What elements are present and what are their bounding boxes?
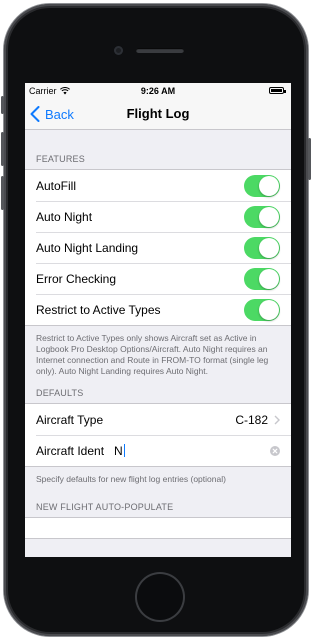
defaults-footer: Specify defaults for new flight log entr… [36, 474, 226, 484]
volume-up-button[interactable] [1, 132, 4, 166]
row-label-auto-night: Auto Night [36, 209, 93, 224]
auto-populate-group [25, 517, 291, 539]
row-aircraft-ident: Aircraft Ident N [25, 435, 291, 466]
row-label-restrict-active-types: Restrict to Active Types [36, 302, 161, 317]
front-camera [114, 46, 123, 55]
status-bar: Carrier 9:26 AM [25, 83, 291, 99]
page-title: Flight Log [126, 106, 190, 121]
defaults-group: Aircraft Type C-182 Aircraft Ident N [25, 403, 291, 467]
screen: Carrier 9:26 AM Back Flight Log FEATURES… [25, 83, 291, 557]
mute-switch[interactable] [1, 96, 4, 114]
autofill-toggle[interactable] [244, 174, 280, 197]
row-restrict-active-types: Restrict to Active Types [25, 294, 291, 325]
aircraft-ident-field-wrap: N [114, 444, 270, 458]
row-error-checking: Error Checking [25, 263, 291, 294]
row-label-auto-night-landing: Auto Night Landing [36, 240, 139, 255]
features-footer: Restrict to Active Types only shows Airc… [36, 333, 269, 376]
section-header-features: FEATURES [36, 154, 85, 164]
row-label-autofill: AutoFill [36, 178, 77, 193]
text-cursor [123, 444, 125, 457]
aircraft-ident-label: Aircraft Ident [36, 443, 105, 458]
aircraft-type-value: C-182 [235, 412, 268, 427]
error-checking-toggle[interactable] [244, 267, 280, 290]
aircraft-type-label: Aircraft Type [36, 412, 104, 427]
auto-night-toggle[interactable] [244, 205, 280, 228]
power-button[interactable] [308, 138, 311, 180]
volume-down-button[interactable] [1, 176, 4, 210]
auto-night-landing-toggle[interactable] [244, 236, 280, 259]
row-label-error-checking: Error Checking [36, 271, 117, 286]
row-autofill: AutoFill [25, 170, 291, 201]
row-auto-night: Auto Night [25, 201, 291, 232]
navigation-bar: Back Flight Log [25, 99, 291, 130]
section-header-defaults: DEFAULTS [36, 388, 84, 398]
section-header-auto-populate: NEW FLIGHT AUTO-POPULATE [36, 502, 174, 512]
earpiece-speaker [136, 48, 184, 53]
home-button[interactable] [137, 574, 183, 620]
chevron-right-icon [274, 415, 280, 424]
battery-icon [269, 87, 286, 94]
row-auto-night-landing: Auto Night Landing [25, 232, 291, 263]
row-aircraft-type[interactable]: Aircraft Type C-182 [25, 404, 291, 435]
clear-icon[interactable] [270, 445, 280, 456]
restrict-active-types-toggle[interactable] [244, 298, 280, 321]
status-time: 9:26 AM [140, 86, 176, 96]
aircraft-ident-field[interactable]: N [114, 444, 123, 458]
features-group: AutoFill Auto Night Auto Night Landing E… [25, 169, 291, 326]
